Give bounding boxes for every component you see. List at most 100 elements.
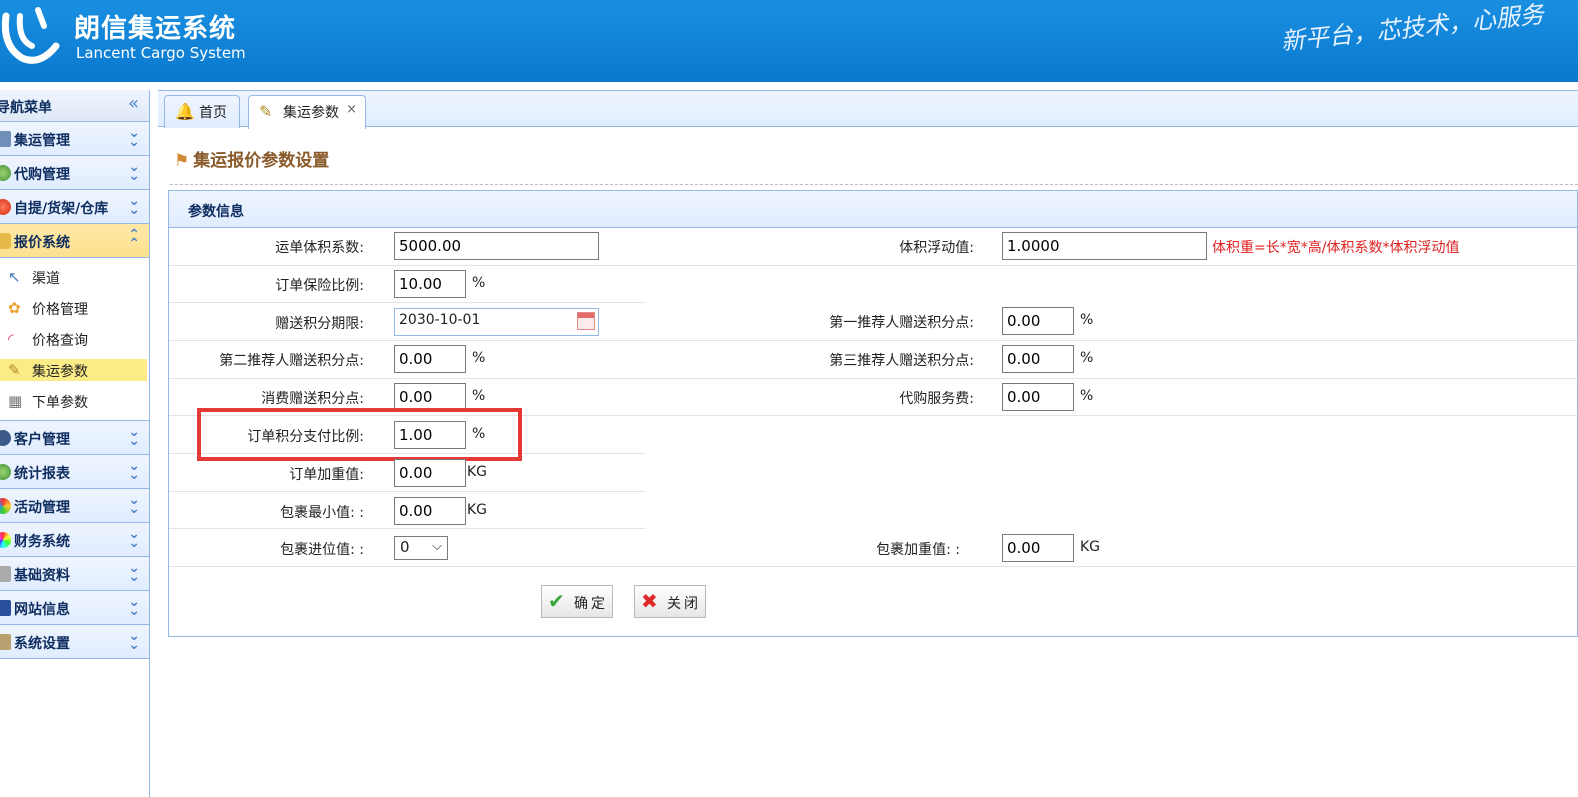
- row-divider: [169, 378, 1578, 379]
- row-divider: [169, 566, 1578, 567]
- check-icon: ✔: [548, 589, 568, 613]
- pencil-icon: ✎: [259, 102, 273, 121]
- parcel-min-input[interactable]: [394, 497, 466, 525]
- kg-unit: KG: [467, 502, 488, 518]
- volume-coef-input[interactable]: [394, 232, 599, 260]
- panel-title: 参数信息: [188, 204, 244, 220]
- close-button[interactable]: ✖ 关闭: [634, 585, 706, 618]
- sub-item-label: 渠道: [32, 271, 60, 287]
- menu-item-settings[interactable]: 系统设置 ⌄ ⌄: [0, 625, 149, 659]
- page-title: ⚑ 集运报价参数设置: [174, 146, 329, 171]
- chevron-down-icon: ⌄ ⌄: [128, 526, 140, 551]
- calendar-icon[interactable]: [577, 312, 595, 330]
- chevron-down-icon: ⌄ ⌄: [128, 560, 140, 585]
- sub-item-channel[interactable]: ↖ 渠道: [0, 262, 149, 293]
- ref3-points-input[interactable]: [1002, 345, 1074, 373]
- parcel-round-label: 包裹进位值: :: [280, 542, 364, 558]
- chevron-down-icon: ⌄ ⌄: [128, 159, 140, 184]
- wrench-icon: [0, 634, 11, 650]
- purchase-fee-label: 代购服务费:: [899, 391, 974, 407]
- points-expiry-value: 2030-10-01: [399, 312, 481, 328]
- color-wheel-icon: [0, 532, 11, 548]
- volume-coef-label: 运单体积系数:: [275, 240, 364, 256]
- order-add-weight-input[interactable]: [394, 459, 466, 487]
- row-divider: [169, 340, 1578, 341]
- sub-item-order-params[interactable]: ▦ 下单参数: [0, 386, 149, 417]
- percent-unit: %: [472, 388, 486, 404]
- chevron-down-icon: ⌵: [432, 539, 442, 554]
- chevron-down-icon: ⌄ ⌄: [128, 628, 140, 653]
- insurance-ratio-input[interactable]: [394, 270, 466, 298]
- sub-item-price-query[interactable]: ◜ 价格查询: [0, 324, 149, 355]
- row-divider: [169, 265, 1578, 266]
- app-header: 朗信集运系统 Lancent Cargo System 新平台，芯技术，心服务: [0, 0, 1578, 82]
- volume-float-input[interactable]: [1002, 232, 1207, 260]
- parcel-add-weight-input[interactable]: [1002, 534, 1074, 562]
- panel-header: 参数信息: [169, 191, 1577, 228]
- tab-home[interactable]: 🔔 首页: [164, 95, 240, 128]
- menu-item-reports[interactable]: 统计报表 ⌄ ⌄: [0, 455, 149, 489]
- menu-item-shipping[interactable]: 集运管理 ⌄ ⌄: [0, 122, 149, 156]
- ref1-points-input[interactable]: [1002, 307, 1074, 335]
- purchase-fee-input[interactable]: [1002, 383, 1074, 411]
- insurance-ratio-label: 订单保险比例:: [275, 278, 364, 294]
- nav-title: 导航菜单: [0, 100, 52, 116]
- chevron-up-icon: ⌃ ⌃: [128, 227, 140, 252]
- route-icon: ↖: [8, 268, 21, 286]
- points-expiry-date-field[interactable]: 2030-10-01: [394, 308, 599, 336]
- globe-icon: [0, 165, 11, 181]
- menu-item-quote[interactable]: 报价系统 ⌃ ⌃: [0, 224, 149, 258]
- bell-icon: 🔔: [175, 102, 195, 121]
- menu-item-website[interactable]: 网站信息 ⌄ ⌄: [0, 591, 149, 625]
- slogan: 新平台，芯技术，心服务: [1279, 0, 1546, 56]
- menu-item-activity[interactable]: 活动管理 ⌄ ⌄: [0, 489, 149, 523]
- close-icon[interactable]: ×: [346, 102, 357, 117]
- brand-title: 朗信集运系统: [74, 14, 237, 44]
- menu-label: 报价系统: [14, 235, 70, 251]
- menu-label: 统计报表: [14, 466, 70, 482]
- parcel-min-label: 包裹最小值: :: [280, 505, 364, 521]
- consume-points-label: 消费赠送积分点:: [261, 391, 364, 407]
- close-label: 关闭: [667, 596, 701, 612]
- brand-subtitle: Lancent Cargo System: [76, 44, 246, 62]
- page-title-text: 集运报价参数设置: [193, 151, 330, 171]
- menu-item-pickup[interactable]: 自提/货架/仓库 ⌄ ⌄: [0, 190, 149, 224]
- menu-item-customer[interactable]: 客户管理 ⌄ ⌄: [0, 421, 149, 455]
- parcel-add-weight-label: 包裹加重值: :: [876, 542, 960, 558]
- menu-label: 集运管理: [14, 133, 70, 149]
- menu-item-purchase[interactable]: 代购管理 ⌄ ⌄: [0, 156, 149, 190]
- volume-float-label: 体积浮动值:: [899, 240, 974, 256]
- highlight-box: [197, 408, 522, 461]
- menu-label: 基础资料: [14, 568, 70, 584]
- menu-item-finance[interactable]: 财务系统 ⌄ ⌄: [0, 523, 149, 557]
- row-divider: [169, 528, 645, 529]
- chevron-down-icon: ⌄ ⌄: [128, 594, 140, 619]
- logo-icon: [1, 7, 60, 64]
- consume-points-input[interactable]: [394, 383, 466, 411]
- percent-unit: %: [472, 350, 486, 366]
- flower-icon: ✿: [8, 299, 21, 317]
- rainbow-icon: [0, 498, 11, 514]
- chevron-down-icon: ⌄ ⌄: [128, 424, 140, 449]
- confirm-button[interactable]: ✔ 确定: [541, 585, 613, 618]
- tab-label: 首页: [199, 105, 227, 121]
- points-expiry-label: 赠送积分期限:: [275, 316, 364, 332]
- menu-item-basic-data[interactable]: 基础资料 ⌄ ⌄: [0, 557, 149, 591]
- collapse-left-icon[interactable]: «: [128, 93, 139, 114]
- close-icon: ✖: [641, 589, 661, 613]
- sub-item-price-manage[interactable]: ✿ 价格管理: [0, 293, 149, 324]
- tab-label: 集运参数: [283, 105, 339, 121]
- divider: [170, 184, 1578, 185]
- tab-shipping-params[interactable]: ✎ 集运参数 ×: [248, 95, 366, 129]
- tab-bar: 🔔 首页 ✎ 集运参数 ×: [158, 90, 1578, 129]
- chevron-down-icon: ⌄ ⌄: [128, 125, 140, 150]
- volume-formula-note: 体积重=长*宽*高/体积系数*体积浮动值: [1212, 240, 1460, 256]
- signpost-icon: ⚑: [174, 151, 190, 171]
- ref2-points-input[interactable]: [394, 345, 466, 373]
- parcel-round-select[interactable]: 0 ⌵: [394, 536, 448, 560]
- sub-item-shipping-params[interactable]: ✎ 集运参数: [0, 359, 147, 381]
- ref1-points-label: 第一推荐人赠送积分点:: [829, 315, 974, 331]
- percent-unit: %: [472, 275, 486, 291]
- price-icon: [0, 233, 11, 249]
- sub-item-label: 集运参数: [32, 364, 88, 380]
